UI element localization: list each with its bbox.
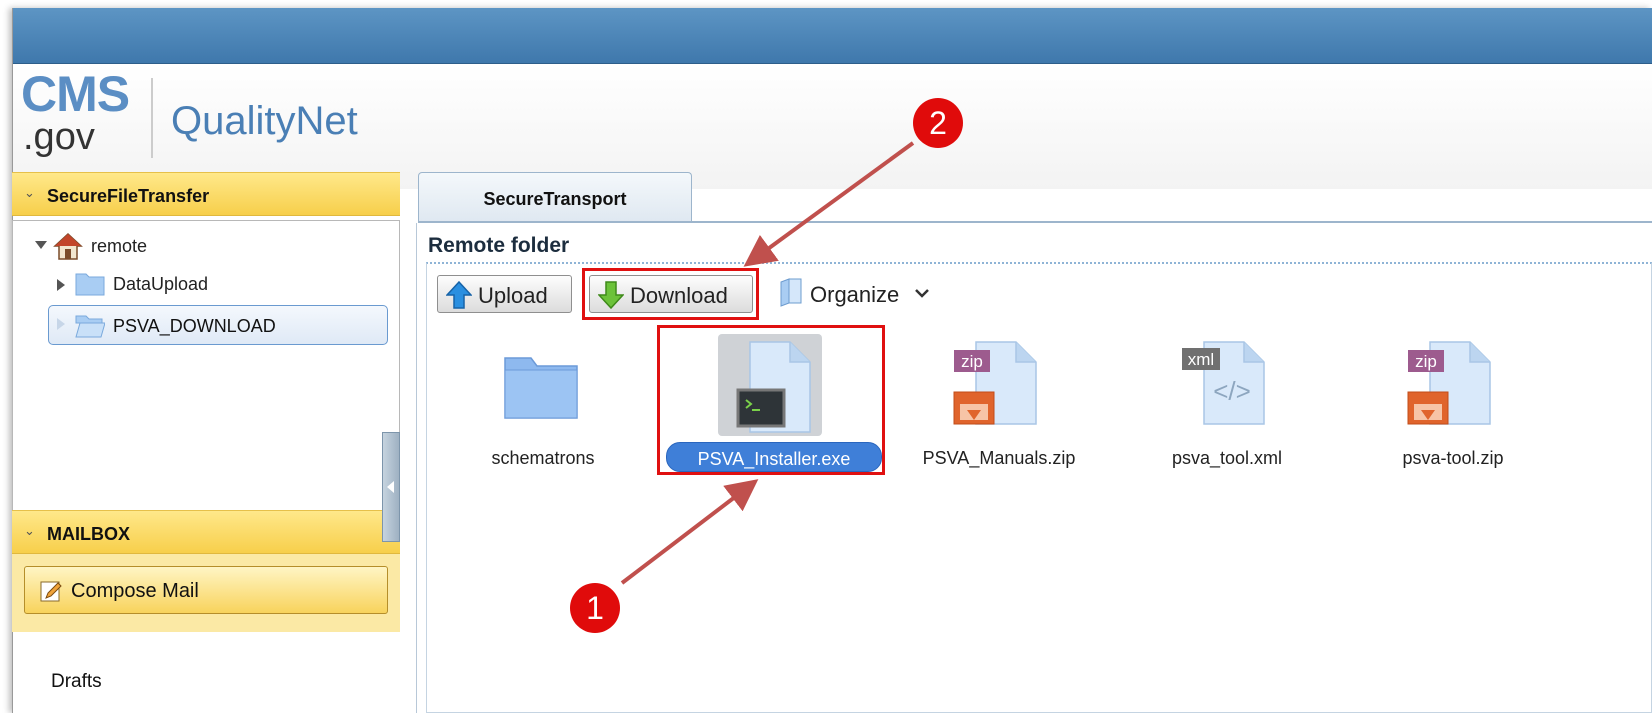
open-folder-icon <box>75 315 105 338</box>
chevron-down-icon <box>915 289 929 298</box>
tab-underline <box>418 221 1652 223</box>
collapse-chevron-icon[interactable]: ⌄ <box>24 185 35 201</box>
folder-tree: remote DataUpload PSVA_DOWNLOAD <box>12 220 400 528</box>
collapse-chevron-icon[interactable]: ⌄ <box>24 523 35 539</box>
zip-file-icon: zip <box>953 341 1037 425</box>
step-1-badge: 1 <box>570 583 620 633</box>
folder-title: Remote folder <box>428 234 570 257</box>
expand-arrow-icon[interactable] <box>57 279 65 291</box>
step-2-badge: 2 <box>913 98 963 148</box>
zip-badge: zip <box>961 352 983 371</box>
upload-button[interactable]: Upload <box>437 275 572 313</box>
zip-badge: zip <box>1415 352 1437 371</box>
logo-cms: CMS <box>21 66 130 122</box>
top-banner <box>13 8 1652 64</box>
upload-label: Upload <box>478 283 548 308</box>
product-name: QualityNet <box>171 99 358 143</box>
logo-gov: .gov <box>23 116 95 158</box>
securefiletransfer-header[interactable]: ⌄ SecureFileTransfer <box>12 172 400 216</box>
tree-item-dataupload[interactable]: DataUpload <box>13 267 393 301</box>
drafts-link[interactable]: Drafts <box>51 671 102 693</box>
tab-label: SecureTransport <box>483 189 627 209</box>
tree-item-psva-download[interactable]: PSVA_DOWNLOAD <box>48 305 388 345</box>
book-icon <box>780 278 802 307</box>
file-name: schematrons <box>491 448 595 468</box>
file-item-schematrons[interactable]: schematrons <box>448 334 638 474</box>
file-name: PSVA_Manuals.zip <box>922 448 1076 468</box>
panel-title: MAILBOX <box>47 524 130 544</box>
code-symbol-icon: </> <box>1213 376 1251 406</box>
zip-file-icon: zip <box>1407 341 1491 425</box>
tree-item-label: DataUpload <box>113 274 209 294</box>
compose-label: Compose Mail <box>71 580 199 602</box>
file-item-psva-tool-xml[interactable]: xml </> psva_tool.xml <box>1132 334 1322 474</box>
compose-mail-button[interactable]: Compose Mail <box>24 566 388 614</box>
tree-item-remote[interactable]: remote <box>13 229 393 263</box>
tab-securetransport[interactable]: SecureTransport <box>418 172 692 222</box>
file-item-psva-tool-zip[interactable]: zip psva-tool.zip <box>1358 334 1548 474</box>
home-icon <box>53 232 83 260</box>
organize-menu[interactable]: Organize <box>778 276 938 312</box>
mailbox-header[interactable]: ⌄ MAILBOX <box>12 510 400 554</box>
file-name: psva_tool.xml <box>1171 448 1283 468</box>
panel-title: SecureFileTransfer <box>47 186 210 206</box>
folder-icon <box>75 273 105 296</box>
organize-label: Organize <box>810 282 900 307</box>
installer-highlight-box <box>657 325 885 475</box>
xml-badge: xml <box>1188 350 1214 369</box>
upload-arrow-icon <box>446 281 472 309</box>
file-name: psva-tool.zip <box>1402 448 1504 468</box>
file-browser[interactable] <box>426 262 1652 713</box>
brand-header: CMS .gov QualityNet <box>13 64 1652 189</box>
pencil-icon <box>40 581 62 602</box>
tree-item-label: remote <box>91 236 148 256</box>
expand-arrow-icon[interactable] <box>57 318 65 330</box>
tree-item-label: PSVA_DOWNLOAD <box>113 316 276 336</box>
sidebar-collapse-handle[interactable] <box>382 432 400 542</box>
collapse-left-arrow-icon[interactable] <box>387 481 394 493</box>
xml-file-icon: xml </> <box>1182 341 1265 425</box>
folder-icon <box>504 357 578 419</box>
download-highlight-box <box>582 268 759 320</box>
expand-arrow-icon[interactable] <box>35 241 47 249</box>
logo-divider <box>151 78 153 158</box>
file-item-psva-manuals[interactable]: zip PSVA_Manuals.zip <box>904 334 1094 474</box>
